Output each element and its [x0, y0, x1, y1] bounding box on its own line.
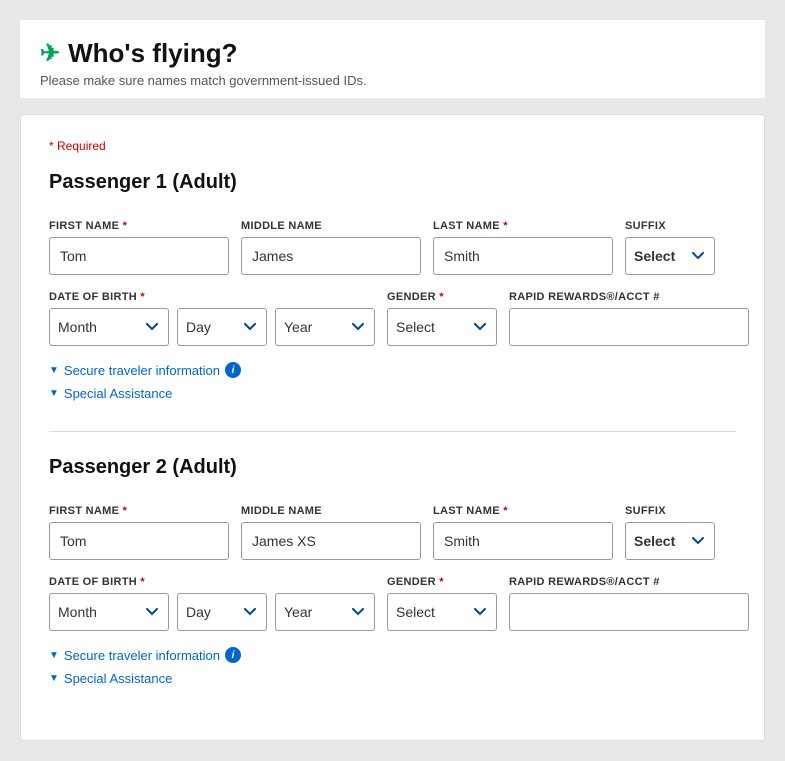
- passenger-1-last-name-input[interactable]: [433, 237, 613, 275]
- passenger-2-dob-row: DATE OF BIRTH * Month JanuaryFebruary Ma…: [49, 576, 736, 631]
- last-name-label: LAST NAME *: [433, 220, 613, 232]
- info-icon[interactable]: i: [225, 362, 241, 378]
- passenger-1-suffix-select[interactable]: Select Jr Sr II III: [625, 237, 715, 275]
- chevron-down-icon: ▼: [49, 365, 59, 376]
- passenger-2-suffix-group: SUFFIX Select Jr Sr II III: [625, 505, 715, 560]
- plane-icon: ✈: [40, 39, 60, 68]
- passenger-1-special-assistance-link[interactable]: ▼ Special Assistance: [49, 386, 736, 401]
- passenger-1-rapid-rewards-input[interactable]: [509, 308, 749, 346]
- passenger-2-middle-name-input[interactable]: [241, 522, 421, 560]
- chevron-down-icon-2: ▼: [49, 388, 59, 399]
- passenger-2-rapid-rewards-group: RAPID REWARDS®/ACCT #: [509, 576, 749, 631]
- passenger-2-title: Passenger 2 (Adult): [49, 456, 736, 487]
- passenger-2-special-assistance-link[interactable]: ▼ Special Assistance: [49, 671, 736, 686]
- passenger-2-gender-select[interactable]: Select Male Female: [387, 593, 497, 631]
- p2-chevron-down-icon: ▼: [49, 650, 59, 661]
- p2-chevron-down-icon-2: ▼: [49, 673, 59, 684]
- passenger-2-last-name-group: LAST NAME *: [433, 505, 613, 560]
- p2-rapid-rewards-label: RAPID REWARDS®/ACCT #: [509, 576, 749, 588]
- passenger-2-suffix-select[interactable]: Select Jr Sr II III: [625, 522, 715, 560]
- passenger-1-secure-traveler-link[interactable]: ▼ Secure traveler information i: [49, 362, 736, 378]
- passenger-1-dob-row: DATE OF BIRTH * Month JanuaryFebruary Ma…: [49, 291, 736, 346]
- passenger-1-first-name-input[interactable]: [49, 237, 229, 275]
- passenger-2-year-select[interactable]: Year: [275, 593, 375, 631]
- passenger-1-middle-name-group: MIDDLE NAME: [241, 220, 421, 275]
- p2-gender-label: GENDER *: [387, 576, 497, 588]
- first-name-label: FIRST NAME *: [49, 220, 229, 232]
- main-card: * Required Passenger 1 (Adult) FIRST NAM…: [20, 114, 765, 741]
- passenger-2-rapid-rewards-input[interactable]: [509, 593, 749, 631]
- rapid-rewards-label: RAPID REWARDS®/ACCT #: [509, 291, 749, 303]
- passenger-1-gender-group: GENDER * Select Male Female: [387, 291, 497, 346]
- passenger-1-first-name-group: FIRST NAME *: [49, 220, 229, 275]
- passenger-1-gender-select[interactable]: Select Male Female: [387, 308, 497, 346]
- middle-name-label: MIDDLE NAME: [241, 220, 421, 232]
- passenger-2-secure-traveler-link[interactable]: ▼ Secure traveler information i: [49, 647, 736, 663]
- passenger-2-name-row: FIRST NAME * MIDDLE NAME LAST NAME * SUF…: [49, 505, 736, 560]
- passenger-1-last-name-group: LAST NAME *: [433, 220, 613, 275]
- passenger-1-day-select[interactable]: Day: [177, 308, 267, 346]
- passenger-2-dob-group: DATE OF BIRTH * Month JanuaryFebruary Ma…: [49, 576, 375, 631]
- passenger-1-suffix-group: SUFFIX Select Jr Sr II III: [625, 220, 715, 275]
- passenger-2-last-name-input[interactable]: [433, 522, 613, 560]
- passenger-2-day-select[interactable]: Day: [177, 593, 267, 631]
- passenger-1-name-row: FIRST NAME * MIDDLE NAME LAST NAME * SUF…: [49, 220, 736, 275]
- dob-label: DATE OF BIRTH *: [49, 291, 375, 303]
- passenger-2-section: Passenger 2 (Adult) FIRST NAME * MIDDLE …: [49, 456, 736, 686]
- passenger-1-year-select[interactable]: Year: [275, 308, 375, 346]
- passenger-1-expandable: ▼ Secure traveler information i ▼ Specia…: [49, 362, 736, 401]
- passenger-2-dob-fields: Month JanuaryFebruary MarchApril MayJune…: [49, 593, 375, 631]
- page-subtitle: Please make sure names match government-…: [40, 73, 745, 88]
- p2-suffix-label: SUFFIX: [625, 505, 715, 517]
- passenger-1-section: Passenger 1 (Adult) FIRST NAME * MIDDLE …: [49, 171, 736, 401]
- passenger-2-expandable: ▼ Secure traveler information i ▼ Specia…: [49, 647, 736, 686]
- passenger-1-middle-name-input[interactable]: [241, 237, 421, 275]
- passenger-2-first-name-group: FIRST NAME *: [49, 505, 229, 560]
- p2-middle-name-label: MIDDLE NAME: [241, 505, 421, 517]
- passenger-1-dob-group: DATE OF BIRTH * Month JanuaryFebruary Ma…: [49, 291, 375, 346]
- page-title: ✈ Who's flying?: [40, 38, 745, 69]
- passenger-divider: [49, 431, 736, 432]
- p2-last-name-label: LAST NAME *: [433, 505, 613, 517]
- passenger-2-middle-name-group: MIDDLE NAME: [241, 505, 421, 560]
- passenger-2-month-select[interactable]: Month JanuaryFebruary MarchApril MayJune…: [49, 593, 169, 631]
- suffix-label: SUFFIX: [625, 220, 715, 232]
- p2-info-icon[interactable]: i: [225, 647, 241, 663]
- gender-label: GENDER *: [387, 291, 497, 303]
- required-note: * Required: [49, 139, 736, 153]
- passenger-2-gender-group: GENDER * Select Male Female: [387, 576, 497, 631]
- passenger-1-dob-fields: Month JanuaryFebruary MarchApril MayJune…: [49, 308, 375, 346]
- p2-dob-label: DATE OF BIRTH *: [49, 576, 375, 588]
- passenger-2-first-name-input[interactable]: [49, 522, 229, 560]
- passenger-1-month-select[interactable]: Month JanuaryFebruary MarchApril MayJune…: [49, 308, 169, 346]
- passenger-1-title: Passenger 1 (Adult): [49, 171, 736, 202]
- p2-first-name-label: FIRST NAME *: [49, 505, 229, 517]
- passenger-1-rapid-rewards-group: RAPID REWARDS®/ACCT #: [509, 291, 749, 346]
